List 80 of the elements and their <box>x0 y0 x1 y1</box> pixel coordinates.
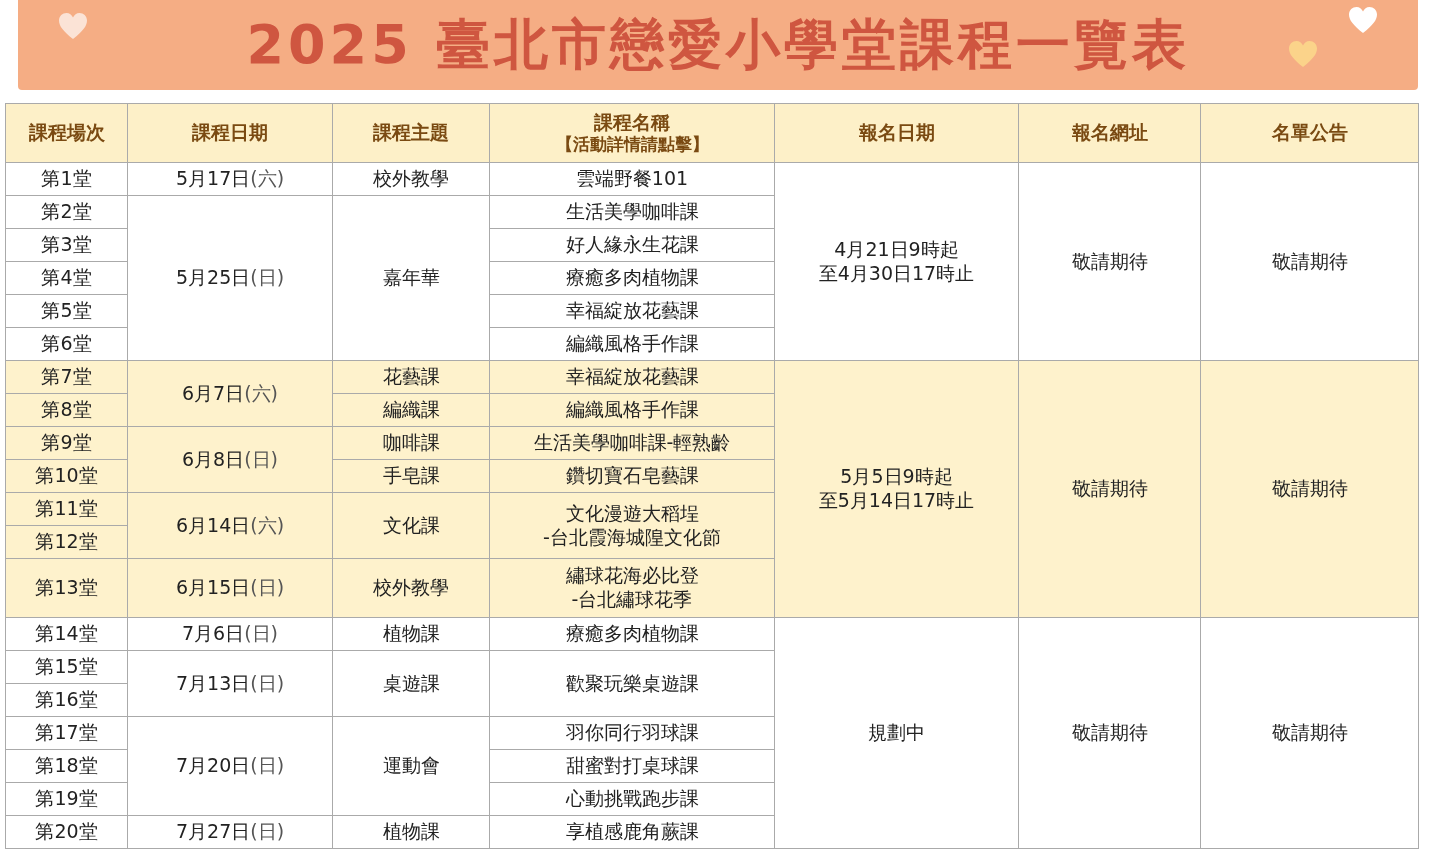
course-name-cell[interactable]: 生活美學咖啡課-輕熟齡 <box>489 426 775 460</box>
course-name-cell[interactable]: 雲端野餐101 <box>489 162 775 196</box>
session-cell: 第12堂 <box>5 525 128 559</box>
page-title: 2025 臺北市戀愛小學堂課程一覽表 <box>246 11 1190 78</box>
course-name-cell[interactable]: 幸福綻放花藝課 <box>489 360 775 394</box>
registration-date-cell: 5月5日9時起 至5月14日17時止 <box>774 360 1019 618</box>
column-header: 課程場次 <box>5 103 128 163</box>
registration-date-cell: 規劃中 <box>774 617 1019 849</box>
announcement-cell: 敬請期待 <box>1200 360 1419 618</box>
signup-url-cell: 敬請期待 <box>1018 162 1201 361</box>
course-name-cell[interactable]: 心動挑戰跑步課 <box>489 782 775 816</box>
course-name-cell[interactable]: 療癒多肉植物課 <box>489 261 775 295</box>
course-name-cell[interactable]: 繡球花海必比登 -台北繡球花季 <box>489 558 775 618</box>
heart-icon <box>1288 40 1318 68</box>
course-name-cell[interactable]: 甜蜜對打桌球課 <box>489 749 775 783</box>
announcement-cell: 敬請期待 <box>1200 617 1419 849</box>
session-cell: 第2堂 <box>5 195 128 229</box>
session-cell: 第5堂 <box>5 294 128 328</box>
session-cell: 第6堂 <box>5 327 128 361</box>
session-cell: 第14堂 <box>5 617 128 651</box>
session-cell: 第4堂 <box>5 261 128 295</box>
topic-cell: 運動會 <box>332 716 490 816</box>
session-cell: 第1堂 <box>5 162 128 196</box>
topic-cell: 嘉年華 <box>332 195 490 361</box>
session-cell: 第7堂 <box>5 360 128 394</box>
signup-url-cell: 敬請期待 <box>1018 360 1201 618</box>
course-name-cell[interactable]: 文化漫遊大稻埕 -台北霞海城隍文化節 <box>489 492 775 559</box>
course-name-cell[interactable]: 歡聚玩樂桌遊課 <box>489 650 775 717</box>
session-cell: 第18堂 <box>5 749 128 783</box>
topic-cell: 手皂課 <box>332 459 490 493</box>
date-cell: 5月25日(日) <box>127 195 333 361</box>
announcement-cell: 敬請期待 <box>1200 162 1419 361</box>
registration-date-cell: 4月21日9時起 至4月30日17時止 <box>774 162 1019 361</box>
session-cell: 第17堂 <box>5 716 128 750</box>
date-cell: 6月15日(日) <box>127 558 333 618</box>
session-cell: 第15堂 <box>5 650 128 684</box>
course-name-cell[interactable]: 鑽切寶石皂藝課 <box>489 459 775 493</box>
session-cell: 第16堂 <box>5 683 128 717</box>
topic-cell: 校外教學 <box>332 558 490 618</box>
topic-cell: 植物課 <box>332 815 490 849</box>
column-header: 名單公告 <box>1200 103 1419 163</box>
course-name-cell[interactable]: 好人緣永生花課 <box>489 228 775 262</box>
column-header: 報名網址 <box>1018 103 1201 163</box>
date-cell: 7月20日(日) <box>127 716 333 816</box>
course-name-cell[interactable]: 羽你同行羽球課 <box>489 716 775 750</box>
topic-cell: 桌遊課 <box>332 650 490 717</box>
column-header: 課程主題 <box>332 103 490 163</box>
date-cell: 6月8日(日) <box>127 426 333 493</box>
topic-cell: 文化課 <box>332 492 490 559</box>
session-cell: 第11堂 <box>5 492 128 526</box>
topic-cell: 花藝課 <box>332 360 490 394</box>
course-name-cell[interactable]: 編織風格手作課 <box>489 393 775 427</box>
course-name-cell[interactable]: 編織風格手作課 <box>489 327 775 361</box>
session-cell: 第13堂 <box>5 558 128 618</box>
course-name-cell[interactable]: 療癒多肉植物課 <box>489 617 775 651</box>
topic-cell: 校外教學 <box>332 162 490 196</box>
session-cell: 第10堂 <box>5 459 128 493</box>
date-cell: 7月13日(日) <box>127 650 333 717</box>
course-name-cell[interactable]: 幸福綻放花藝課 <box>489 294 775 328</box>
column-header: 課程日期 <box>127 103 333 163</box>
session-cell: 第8堂 <box>5 393 128 427</box>
topic-cell: 植物課 <box>332 617 490 651</box>
date-cell: 5月17日(六) <box>127 162 333 196</box>
heart-icon <box>1348 6 1378 34</box>
date-cell: 6月14日(六) <box>127 492 333 559</box>
session-cell: 第19堂 <box>5 782 128 816</box>
date-cell: 7月6日(日) <box>127 617 333 651</box>
session-cell: 第3堂 <box>5 228 128 262</box>
course-name-cell[interactable]: 享植感鹿角蕨課 <box>489 815 775 849</box>
course-name-cell[interactable]: 生活美學咖啡課 <box>489 195 775 229</box>
session-cell: 第20堂 <box>5 815 128 849</box>
column-header: 課程名稱 【活動詳情請點擊】 <box>489 103 775 163</box>
topic-cell: 編織課 <box>332 393 490 427</box>
session-cell: 第9堂 <box>5 426 128 460</box>
topic-cell: 咖啡課 <box>332 426 490 460</box>
column-header: 報名日期 <box>774 103 1019 163</box>
date-cell: 6月7日(六) <box>127 360 333 427</box>
heart-icon <box>58 12 88 40</box>
signup-url-cell: 敬請期待 <box>1018 617 1201 849</box>
date-cell: 7月27日(日) <box>127 815 333 849</box>
